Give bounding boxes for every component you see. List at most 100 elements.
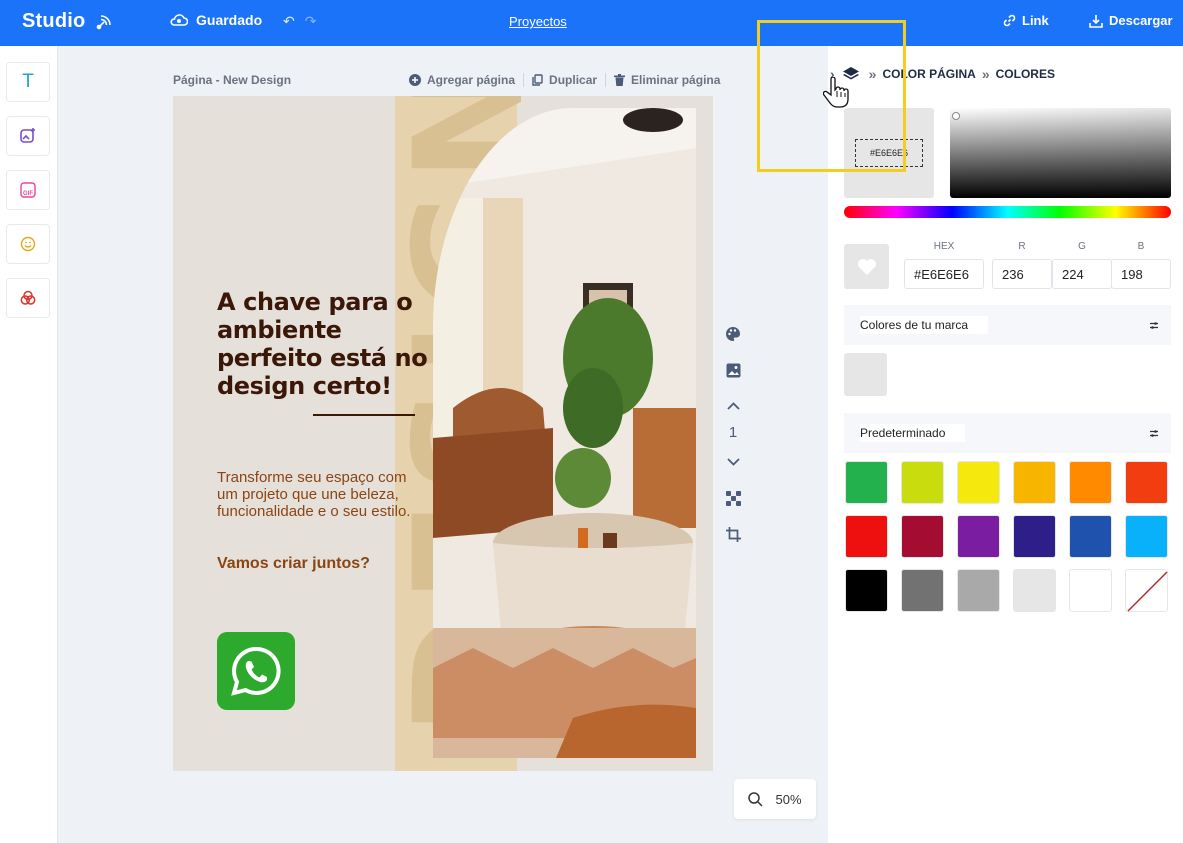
saturation-picker[interactable]: [950, 108, 1171, 198]
heart-icon: [857, 258, 876, 275]
default-colors-header[interactable]: Predeterminado: [844, 413, 1171, 453]
default-color-swatch[interactable]: [845, 461, 888, 504]
sliders-icon[interactable]: [1149, 321, 1159, 330]
page-crop-button[interactable]: [722, 523, 744, 545]
hex-input[interactable]: #E6E6E6: [904, 259, 984, 289]
emoji-icon: [20, 236, 36, 252]
duplicate-button[interactable]: Duplicar: [524, 73, 607, 87]
default-color-swatch[interactable]: [1069, 569, 1112, 612]
brand-colors-title: Colores de tu marca: [860, 316, 989, 334]
undo-icon[interactable]: ↶: [283, 13, 295, 30]
sliders-icon[interactable]: [1149, 429, 1159, 438]
left-toolbar: T GIF: [0, 46, 58, 843]
trash-icon: [614, 74, 626, 86]
add-page-label: Agregar página: [427, 73, 516, 87]
gif-tool-button[interactable]: GIF: [6, 170, 50, 210]
default-color-swatch[interactable]: [845, 515, 888, 558]
palette-icon: [726, 327, 740, 341]
default-color-swatch[interactable]: [1125, 515, 1168, 558]
text-tool-button[interactable]: T: [6, 62, 50, 102]
default-color-swatch[interactable]: [957, 515, 1000, 558]
page-down-button[interactable]: [722, 451, 744, 473]
default-color-swatch[interactable]: [901, 569, 944, 612]
default-color-swatch[interactable]: [1125, 461, 1168, 504]
emoji-tool-button[interactable]: [6, 224, 50, 264]
g-label: G: [1078, 241, 1086, 252]
favorite-color-button[interactable]: [844, 244, 889, 289]
text-icon: T: [22, 71, 34, 92]
default-color-swatch[interactable]: [845, 569, 888, 612]
redo-icon[interactable]: ↷: [305, 13, 317, 30]
no-color-swatch[interactable]: [1125, 569, 1168, 612]
top-bar: Studio Guardado ↶ ↷ Proyectos Link Desca…: [0, 0, 1183, 46]
page-grid-button[interactable]: [722, 487, 744, 509]
page-actions: Agregar página Duplicar Eliminar página: [409, 73, 728, 87]
default-color-swatch[interactable]: [1013, 569, 1056, 612]
hand-cursor-icon: [823, 77, 849, 108]
crop-icon: [725, 526, 741, 542]
zoom-control[interactable]: 50%: [734, 779, 816, 819]
delete-page-label: Eliminar página: [631, 73, 721, 87]
brand-color-swatch[interactable]: [844, 353, 887, 396]
svg-text:GIF: GIF: [23, 191, 33, 197]
download-icon: [1089, 14, 1103, 28]
zoom-value: 50%: [775, 791, 802, 807]
plus-circle-icon: [409, 74, 421, 86]
duplicate-label: Duplicar: [549, 73, 598, 87]
download-button[interactable]: Descargar: [1089, 13, 1173, 28]
page-up-button[interactable]: [722, 395, 744, 417]
download-label: Descargar: [1109, 13, 1173, 28]
default-color-swatch[interactable]: [957, 461, 1000, 504]
gif-icon: GIF: [20, 182, 36, 198]
whatsapp-badge[interactable]: [217, 632, 295, 710]
chevron-down-icon: [726, 458, 740, 466]
cloud-eye-icon: [170, 14, 188, 26]
default-color-swatch[interactable]: [1013, 461, 1056, 504]
add-page-button[interactable]: Agregar página: [409, 73, 525, 87]
cta-text[interactable]: Vamos criar juntos?: [217, 555, 370, 573]
saved-status: Guardado: [170, 12, 262, 28]
app-logo[interactable]: Studio: [22, 10, 113, 33]
default-color-swatch[interactable]: [1069, 515, 1112, 558]
body-text[interactable]: Transforme seu espaço com um projeto que…: [217, 469, 427, 520]
projects-link[interactable]: Proyectos: [509, 14, 567, 29]
design-canvas[interactable]: DESIGN A chave para o ambiente perf: [173, 96, 713, 771]
g-input[interactable]: 224: [1052, 259, 1112, 289]
b-input[interactable]: 198: [1111, 259, 1171, 289]
search-icon: [748, 791, 764, 807]
saved-label: Guardado: [196, 12, 263, 28]
page-number: 1: [728, 424, 738, 441]
shapes-tool-button[interactable]: [6, 278, 50, 318]
satellite-icon: [97, 14, 112, 29]
page-color-button[interactable]: [722, 323, 744, 345]
double-chevron-icon: »: [981, 66, 990, 82]
default-color-swatch[interactable]: [1013, 515, 1056, 558]
default-color-swatch[interactable]: [901, 461, 944, 504]
default-color-swatch[interactable]: [1069, 461, 1112, 504]
breadcrumb-colors: COLORES: [995, 67, 1055, 81]
whatsapp-icon: [231, 646, 281, 696]
headline-text[interactable]: A chave para o ambiente perfeito está no…: [217, 288, 437, 400]
image-tool-button[interactable]: [6, 116, 50, 156]
image-icon: [726, 363, 740, 377]
headline-underline: [313, 414, 415, 416]
brand-colors-header[interactable]: Colores de tu marca: [844, 305, 1171, 345]
circles-icon: [20, 290, 36, 305]
hue-slider[interactable]: [844, 206, 1171, 218]
r-label: R: [1018, 241, 1026, 252]
interior-photo[interactable]: [433, 108, 696, 758]
default-color-swatch[interactable]: [957, 569, 1000, 612]
link-label: Link: [1022, 13, 1049, 28]
copy-icon: [532, 74, 543, 86]
delete-page-button[interactable]: Eliminar página: [606, 73, 728, 87]
link-button[interactable]: Link: [1003, 13, 1049, 28]
default-color-swatch[interactable]: [901, 515, 944, 558]
page-image-button[interactable]: [722, 359, 744, 381]
b-label: B: [1137, 241, 1145, 252]
r-input[interactable]: 236: [992, 259, 1052, 289]
image-plus-icon: [20, 128, 35, 143]
saturation-picker-handle[interactable]: [952, 112, 960, 120]
grid-dots-icon: [725, 490, 741, 506]
page-title: Página - New Design: [173, 73, 292, 87]
hex-label: HEX: [933, 241, 955, 252]
